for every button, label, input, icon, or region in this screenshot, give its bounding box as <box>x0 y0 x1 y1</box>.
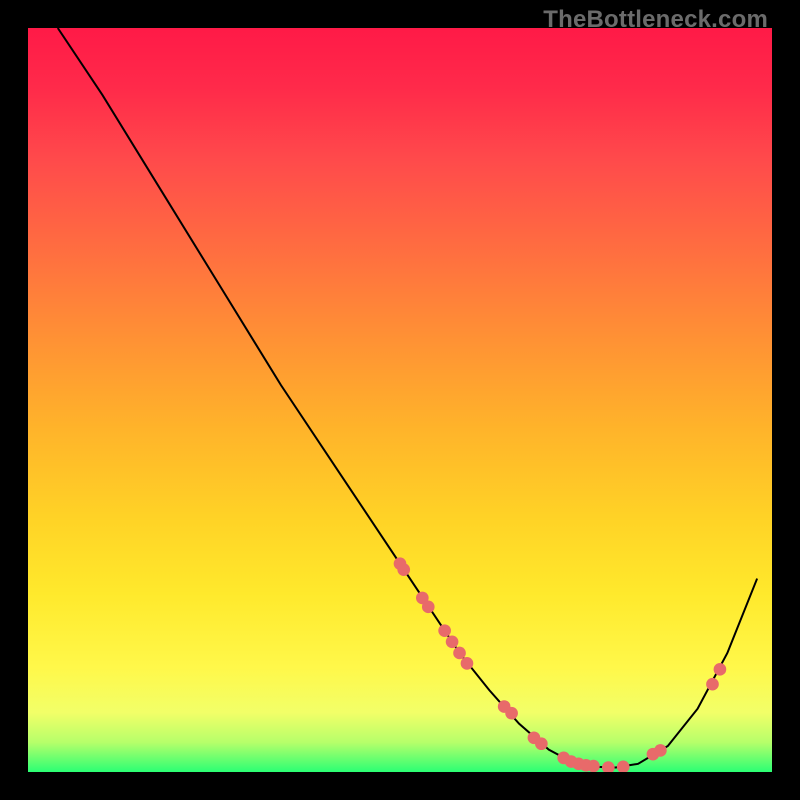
data-point <box>565 755 578 768</box>
data-point <box>397 563 410 576</box>
data-point <box>647 748 660 761</box>
chart-svg <box>28 28 772 772</box>
data-point <box>505 707 518 720</box>
data-point <box>602 761 615 772</box>
data-point <box>453 647 466 660</box>
data-point <box>572 757 585 770</box>
data-point <box>446 635 459 648</box>
data-point <box>535 737 548 750</box>
data-point <box>587 760 600 772</box>
curve-path <box>58 28 757 768</box>
data-point <box>498 700 511 713</box>
data-point <box>422 601 435 614</box>
data-point <box>557 752 570 765</box>
data-point <box>714 663 727 676</box>
data-point <box>580 759 593 772</box>
data-point <box>654 744 667 757</box>
data-point <box>461 657 474 670</box>
data-point <box>416 592 429 605</box>
plot-area <box>28 28 772 772</box>
data-point <box>706 678 719 691</box>
data-point <box>394 557 407 570</box>
data-point <box>617 760 630 772</box>
watermark-label: TheBottleneck.com <box>543 6 768 34</box>
chart-stage: TheBottleneck.com <box>0 0 800 800</box>
data-point <box>528 731 541 744</box>
data-point <box>438 624 451 637</box>
